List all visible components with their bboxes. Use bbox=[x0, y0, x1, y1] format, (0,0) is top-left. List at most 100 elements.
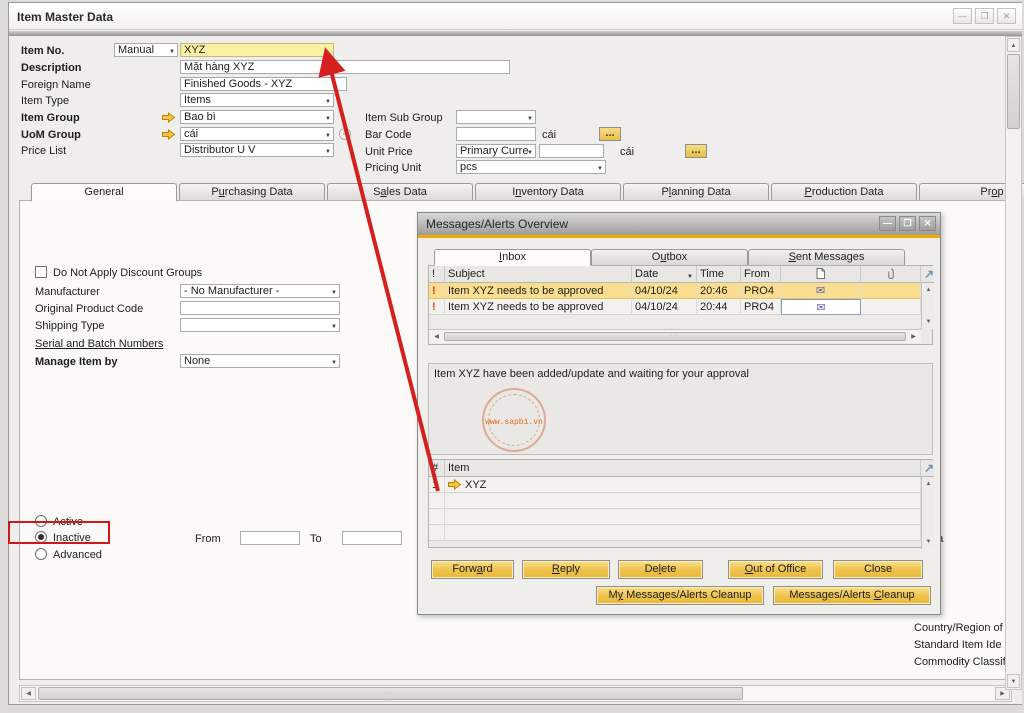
horizontal-scrollbar[interactable]: ◀ ∙∙∙∙∙∙ ▶ bbox=[19, 685, 1012, 702]
minimize-icon[interactable]: — bbox=[953, 8, 972, 24]
item-no-field[interactable]: XYZ bbox=[180, 43, 334, 57]
delete-button[interactable]: Delete bbox=[618, 560, 703, 579]
inbox-row-attachment-cell[interactable] bbox=[861, 283, 921, 299]
out-of-office-button[interactable]: Out of Office bbox=[728, 560, 823, 579]
tab-sales-data[interactable]: Sales Data bbox=[327, 183, 473, 200]
scroll-up-icon[interactable]: ▲ bbox=[923, 285, 934, 295]
uom-group-dropdown[interactable]: cái bbox=[180, 127, 334, 141]
inbox-row-date[interactable]: 04/10/24 bbox=[632, 283, 697, 299]
inbox-row-subject[interactable]: Item XYZ needs to be approved bbox=[445, 283, 632, 299]
dialog-minimize-icon[interactable]: — bbox=[879, 216, 896, 231]
serial-batch-numbers-link[interactable]: Serial and Batch Numbers bbox=[35, 338, 163, 350]
price-list-dropdown[interactable]: Distributor U V bbox=[180, 143, 334, 157]
my-messages-cleanup-button[interactable]: My Messages/Alerts Cleanup bbox=[596, 586, 764, 605]
link-arrow-icon[interactable] bbox=[448, 479, 461, 491]
inbox-row-priority[interactable]: ! bbox=[429, 299, 445, 315]
inbox-hscroll[interactable]: ◀ ∙∙∙ ▶ bbox=[429, 329, 921, 343]
tab-production-data[interactable]: Production Data bbox=[771, 183, 917, 200]
tab-general[interactable]: General bbox=[31, 183, 177, 201]
scroll-left-icon[interactable]: ◀ bbox=[21, 687, 36, 700]
inbox-row-date[interactable]: 04/10/24 bbox=[632, 299, 697, 315]
tab-inbox[interactable]: Inbox bbox=[434, 249, 591, 266]
manage-item-by-dropdown[interactable]: None bbox=[180, 354, 340, 368]
manufacturer-dropdown[interactable]: - No Manufacturer - bbox=[180, 284, 340, 298]
pricing-unit-label: Pricing Unit bbox=[365, 162, 421, 174]
inbox-row-time[interactable]: 20:44 bbox=[697, 299, 741, 315]
scroll-down-icon[interactable]: ▼ bbox=[923, 537, 934, 547]
item-type-dropdown[interactable]: Items bbox=[180, 93, 334, 107]
item-group-dropdown[interactable]: Bao bì bbox=[180, 110, 334, 124]
item-expand-corner[interactable]: ↗ bbox=[921, 460, 934, 477]
unit-price-more-button[interactable]: ... bbox=[685, 144, 707, 158]
col-time[interactable]: Time bbox=[697, 266, 741, 283]
pricing-unit-dropdown[interactable]: pcs bbox=[456, 160, 606, 174]
inbox-expand-corner[interactable]: ↗ bbox=[921, 266, 934, 283]
foreign-name-field[interactable]: Finished Goods - XYZ bbox=[180, 77, 347, 91]
tab-planning-data[interactable]: Planning Data bbox=[623, 183, 769, 200]
uom-details-icon[interactable]: ≡ bbox=[339, 128, 351, 140]
inbox-row-from[interactable]: PRO4 bbox=[741, 283, 781, 299]
link-arrow-icon[interactable] bbox=[162, 112, 175, 126]
item-row-number[interactable]: 1 bbox=[429, 477, 445, 493]
radio-advanced[interactable] bbox=[35, 548, 47, 560]
col-item[interactable]: Item bbox=[445, 460, 921, 477]
dialog-maximize-icon[interactable]: ❐ bbox=[899, 216, 916, 231]
envelope-icon: ✉ bbox=[816, 285, 825, 297]
inbox-row-priority[interactable]: ! bbox=[429, 283, 445, 299]
from-field[interactable] bbox=[240, 531, 300, 545]
inbox-row-message-cell[interactable]: ✉ bbox=[781, 283, 861, 299]
original-product-code-field[interactable] bbox=[180, 301, 340, 315]
vertical-scroll-thumb[interactable] bbox=[1007, 54, 1020, 129]
col-from[interactable]: From bbox=[741, 266, 781, 283]
col-date[interactable]: Date▼ bbox=[632, 266, 697, 283]
bar-code-field[interactable] bbox=[456, 127, 536, 141]
to-field[interactable] bbox=[342, 531, 402, 545]
scroll-down-icon[interactable]: ▼ bbox=[923, 317, 934, 327]
col-document[interactable] bbox=[781, 266, 861, 283]
dialog-titlebar[interactable]: Messages/Alerts Overview — ❐ ✕ bbox=[418, 213, 940, 235]
inbox-row-message-cell[interactable]: ✉ bbox=[781, 299, 861, 315]
forward-button[interactable]: Forward bbox=[431, 560, 514, 579]
inbox-row-time[interactable]: 20:46 bbox=[697, 283, 741, 299]
tab-sent-messages[interactable]: Sent Messages bbox=[748, 249, 905, 266]
link-arrow-icon[interactable] bbox=[162, 129, 175, 143]
inbox-hscroll-thumb[interactable]: ∙∙∙ bbox=[444, 332, 906, 341]
col-row-number[interactable]: # bbox=[429, 460, 445, 477]
col-subject[interactable]: Subject bbox=[445, 266, 632, 283]
unit-price-currency-dropdown[interactable]: Primary Curre bbox=[456, 144, 536, 158]
item-vscroll[interactable]: ▲ ▼ bbox=[921, 477, 934, 549]
tab-purchasing-data[interactable]: Purchasing Data bbox=[179, 183, 325, 200]
inbox-vscroll[interactable]: ▲ ▼ bbox=[921, 283, 934, 329]
inbox-row-subject[interactable]: Item XYZ needs to be approved bbox=[445, 299, 632, 315]
tab-inventory-data[interactable]: Inventory Data bbox=[475, 183, 621, 200]
bar-code-more-button[interactable]: ... bbox=[599, 127, 621, 141]
inbox-row-attachment-cell[interactable] bbox=[861, 299, 921, 315]
item-row-value[interactable]: XYZ bbox=[445, 477, 921, 493]
dialog-close-icon[interactable]: ✕ bbox=[919, 216, 936, 231]
attachment-icon bbox=[887, 271, 895, 283]
reply-button[interactable]: Reply bbox=[522, 560, 610, 579]
scroll-left-icon[interactable]: ◀ bbox=[431, 332, 442, 342]
vertical-scrollbar[interactable]: ▲ ▼ bbox=[1005, 36, 1022, 690]
close-icon[interactable]: ✕ bbox=[997, 8, 1016, 24]
tab-outbox[interactable]: Outbox bbox=[591, 249, 748, 266]
unit-price-unit: cái bbox=[620, 146, 634, 158]
unit-price-field[interactable] bbox=[539, 144, 604, 158]
scroll-right-icon[interactable]: ▶ bbox=[908, 332, 919, 342]
scroll-up-icon[interactable]: ▲ bbox=[923, 479, 934, 489]
description-field[interactable]: Mặt hàng XYZ bbox=[180, 60, 510, 74]
discount-groups-checkbox[interactable] bbox=[35, 266, 47, 278]
close-button[interactable]: Close bbox=[833, 560, 923, 579]
col-attachment[interactable] bbox=[861, 266, 921, 283]
shipping-type-dropdown[interactable] bbox=[180, 318, 340, 332]
scroll-down-icon[interactable]: ▼ bbox=[1007, 674, 1020, 688]
item-sub-group-dropdown[interactable] bbox=[456, 110, 536, 124]
scroll-up-icon[interactable]: ▲ bbox=[1007, 38, 1020, 52]
inbox-row-from[interactable]: PRO4 bbox=[741, 299, 781, 315]
messages-cleanup-button[interactable]: Messages/Alerts Cleanup bbox=[773, 586, 931, 605]
maximize-icon[interactable]: ❐ bbox=[975, 8, 994, 24]
window-titlebar[interactable]: Item Master Data — ❐ ✕ bbox=[9, 3, 1022, 30]
horizontal-scroll-thumb[interactable]: ∙∙∙∙∙∙ bbox=[38, 687, 743, 700]
col-priority[interactable]: ! bbox=[429, 266, 445, 283]
item-no-mode-dropdown[interactable]: Manual bbox=[114, 43, 178, 57]
